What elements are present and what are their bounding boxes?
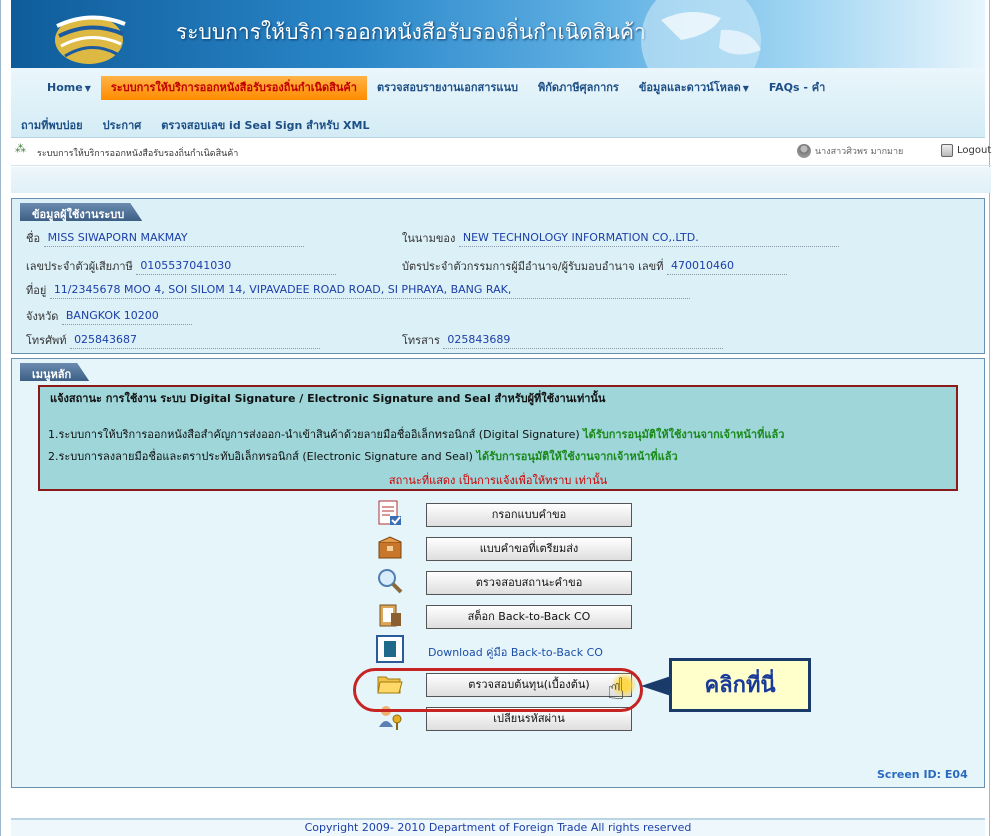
notice-status-note: สถานะที่แสดง เป็นการแจ้งเพื่อให้ทราบ เท่…	[388, 474, 608, 487]
menu-faqs[interactable]: FAQs - คำ	[759, 76, 835, 100]
logout-label: Logout	[957, 145, 992, 156]
action-pending-requests: แบบคำขอที่เตรียมส่ง	[376, 533, 656, 561]
address-field: ที่อยู่ 11/2345678 MOO 4, SOI SILOM 14, …	[26, 281, 690, 299]
pending-requests-button[interactable]: แบบคำขอที่เตรียมส่ง	[426, 537, 632, 561]
phone-value: 025843687	[70, 333, 321, 349]
logout-button[interactable]: Logout	[941, 144, 991, 157]
header-banner: ระบบการให้บริการออกหนังสือรับรองถิ่นกำเน…	[11, 0, 985, 68]
page: ระบบการให้บริการออกหนังสือรับรองถิ่นกำเน…	[0, 0, 991, 836]
download-manual-link[interactable]: Download คู่มือ Back-to-Back CO	[428, 643, 603, 661]
action-download-manual: Download คู่มือ Back-to-Back CO	[376, 635, 656, 663]
breadcrumb: ระบบการให้บริการออกหนังสือรับรองถิ่นกำเน…	[37, 149, 239, 159]
user-info-tab: ข้อมูลผู้ใช้งานระบบ	[20, 203, 142, 221]
box-icon	[378, 536, 402, 559]
callout-pointer	[641, 676, 671, 696]
menu-home[interactable]: Home ▼	[11, 76, 101, 100]
magnifier-icon	[378, 569, 403, 594]
clipboard-icon	[379, 604, 401, 627]
on-behalf-value: NEW TECHNOLOGY INFORMATION CO,.LTD.	[458, 231, 839, 247]
breadcrumb-bar: ⁂ ระบบการให้บริการออกหนังสือรับรองถิ่นกำ…	[11, 138, 991, 166]
create-request-button[interactable]: กรอกแบบคำขอ	[426, 503, 632, 527]
current-user: นางสาวศิวพร มากมาย	[797, 144, 903, 158]
menu-announcement[interactable]: ประกาศ	[93, 114, 152, 138]
notice-line-2: 2.ระบบการลงลายมือชื่อและตราประทับอิเล็กท…	[48, 450, 678, 463]
form-icon	[378, 500, 401, 525]
user-name: นางสาวศิวพร มากมาย	[815, 147, 904, 157]
user-info-panel: ข้อมูลผู้ใช้งานระบบ ชื่อ MISS SIWAPORN M…	[11, 198, 985, 354]
banner-title: ระบบการให้บริการออกหนังสือรับรองถิ่นกำเน…	[176, 20, 646, 44]
on-behalf-field: ในนามของ NEW TECHNOLOGY INFORMATION CO,.…	[402, 229, 839, 247]
highlight-oval	[353, 668, 643, 712]
footer: Copyright 2009- 2010 Department of Forei…	[11, 818, 985, 836]
menu-seal-sign-check[interactable]: ตรวจสอบเลข id Seal Sign สำหรับ XML	[151, 114, 379, 138]
screen-id: Screen ID: E04	[877, 768, 968, 781]
menu-attachment-report[interactable]: ตรวจสอบรายงานเอกสารแนบ	[367, 76, 528, 100]
name-field: ชื่อ MISS SIWAPORN MAKMAY	[26, 229, 304, 247]
lock-icon	[941, 144, 953, 157]
b2b-stock-button[interactable]: สต็อก Back-to-Back CO	[426, 605, 632, 629]
menu-row-1: Home ▼ ระบบการให้บริการออกหนังสือรับรองถิ…	[11, 76, 835, 100]
action-create-request: กรอกแบบคำขอ	[376, 499, 656, 527]
card-field: บัตรประจำตัวกรรมการผู้มีอำนาจ/ผู้รับมอบอ…	[402, 257, 787, 275]
notice-line-2-status: ได้รับการอนุมัติให้ใช้งานจากเจ้าหน้าที่แ…	[476, 450, 678, 463]
action-check-status: ตรวจสอบสถานะคำขอ	[376, 567, 656, 595]
globe-icon	[641, 0, 761, 68]
menu-co-service[interactable]: ระบบการให้บริการออกหนังสือรับรองถิ่นกำเน…	[100, 76, 367, 100]
toolbar-stripe	[11, 167, 991, 193]
notice-line-1-status: ได้รับการอนุมัติให้ใช้งานจากเจ้าหน้าที่แ…	[583, 428, 785, 441]
province-field: จังหวัด BANGKOK 10200	[26, 307, 192, 325]
dft-logo-icon	[55, 15, 126, 64]
province-value: BANGKOK 10200	[61, 309, 192, 325]
menu-faq-thai[interactable]: ถามที่พบบ่อย	[11, 114, 93, 138]
sitemap-icon: ⁂	[15, 142, 26, 155]
notice-title: แจ้งสถานะ การใช้งาน ระบบ Digital Signatu…	[50, 392, 606, 405]
main-menu: Home ▼ ระบบการให้บริการออกหนังสือรับรองถิ…	[11, 68, 985, 138]
book-icon	[376, 635, 404, 663]
tax-id-field: เลขประจำตัวผู้เสียภาษี 0105537041030	[26, 257, 337, 275]
main-menu-tab: เมนูหลัก	[20, 363, 89, 381]
main-menu-panel: เมนูหลัก แจ้งสถานะ การใช้งาน ระบบ Digita…	[11, 358, 985, 788]
menu-info-download[interactable]: ข้อมูลและดาวน์โหลด ▼	[629, 76, 759, 100]
status-notice: แจ้งสถานะ การใช้งาน ระบบ Digital Signatu…	[38, 385, 958, 491]
hand-cursor-icon: ☝	[607, 672, 626, 707]
fax-value: 025843689	[443, 333, 724, 349]
notice-line-1: 1.ระบบการให้บริการออกหนังสือสำคัญการส่งอ…	[48, 428, 785, 441]
name-value: MISS SIWAPORN MAKMAY	[43, 231, 304, 247]
fax-field: โทรสาร 025843689	[402, 331, 724, 349]
tax-id-value: 0105537041030	[136, 259, 337, 275]
phone-field: โทรศัพท์ 025843687	[26, 331, 321, 349]
action-b2b-stock: สต็อก Back-to-Back CO	[376, 601, 656, 629]
menu-customs-tariff[interactable]: พิกัดภาษีศุลกากร	[528, 76, 629, 100]
user-icon	[797, 144, 811, 158]
card-value: 470010460	[666, 259, 787, 275]
click-here-callout: คลิกที่นี่	[669, 658, 811, 712]
menu-row-2: ถามที่พบบ่อย ประกาศ ตรวจสอบเลข id Seal S…	[11, 114, 379, 138]
address-value: 11/2345678 MOO 4, SOI SILOM 14, VIPAVADE…	[49, 283, 690, 299]
check-status-button[interactable]: ตรวจสอบสถานะคำขอ	[426, 571, 632, 595]
